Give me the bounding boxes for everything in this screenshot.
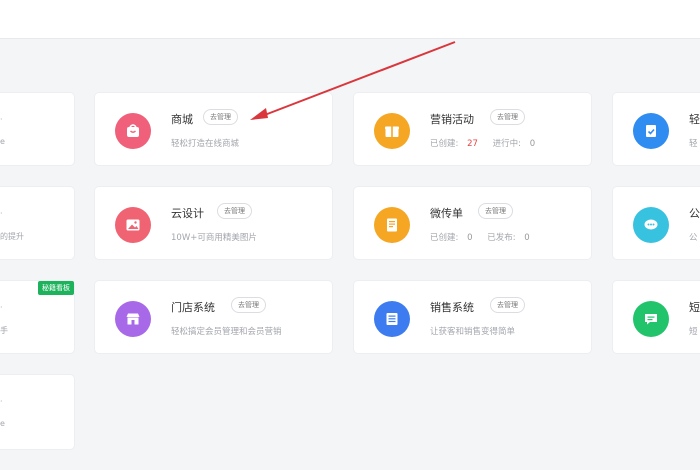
app-card-flyer[interactable]: 微传单 去管理 已创建: 0 已发布: 0	[354, 187, 591, 259]
app-description: 让获客和销售变得简单	[430, 327, 516, 337]
top-bar	[0, 0, 700, 39]
manage-button[interactable]: 去管理	[217, 203, 252, 219]
created-count: 27	[467, 139, 478, 149]
partial-card-left-3[interactable]: 秘籍看板 · 手	[0, 281, 74, 353]
app-description: 公	[689, 233, 698, 243]
storefront-icon	[115, 301, 151, 337]
manage-button[interactable]: 去管理	[203, 109, 238, 125]
partial-manage-fragment: ·	[0, 397, 3, 406]
app-card-cloud-design[interactable]: 云设计 去管理 10W+可商用精美图片	[95, 187, 332, 259]
gift-icon	[374, 113, 410, 149]
app-title: 营销活动	[430, 113, 474, 126]
chat-bubble-icon	[633, 207, 669, 243]
app-title: 短	[689, 301, 700, 314]
app-description: 轻松打造在线商城	[171, 139, 240, 149]
partial-manage-fragment: ·	[0, 115, 3, 124]
app-title: 门店系统	[171, 301, 215, 314]
partial-card-left-2[interactable]: · 的提升	[0, 187, 74, 259]
app-stats: 已创建: 0 已发布: 0	[430, 231, 530, 243]
manage-button[interactable]: 去管理	[490, 109, 525, 125]
app-description: 轻	[689, 139, 698, 149]
list-icon	[374, 301, 410, 337]
partial-desc-fragment: 的提升	[0, 232, 24, 241]
app-card-sales-system[interactable]: 销售系统 去管理 让获客和销售变得简单	[354, 281, 591, 353]
app-stats: 已创建: 27 进行中: 0	[430, 137, 535, 149]
partial-desc-fragment: e	[0, 419, 5, 428]
app-title: 商城	[171, 113, 193, 126]
app-card-store-system[interactable]: 门店系统 去管理 轻松搞定会员管理和会员营销	[95, 281, 332, 353]
app-title: 云设计	[171, 207, 204, 220]
partial-desc-fragment: 手	[0, 326, 8, 335]
app-card-marketing[interactable]: 营销活动 去管理 已创建: 27 进行中: 0	[354, 93, 591, 165]
partial-desc-fragment: e	[0, 137, 5, 146]
ongoing-label: 进行中:	[492, 139, 521, 149]
created-label: 已创建:	[430, 139, 459, 149]
app-description: 轻松搞定会员管理和会员营销	[171, 327, 282, 337]
app-title: 轻	[689, 113, 700, 126]
published-label: 已发布:	[487, 233, 516, 243]
partial-card-left-4[interactable]: · e	[0, 375, 74, 449]
created-count: 0	[467, 233, 473, 243]
ongoing-count: 0	[529, 139, 536, 149]
app-title: 销售系统	[430, 301, 474, 314]
app-card-mall[interactable]: 商城 去管理 轻松打造在线商城	[95, 93, 332, 165]
message-icon	[633, 301, 669, 337]
app-title: 公	[689, 207, 700, 220]
partial-card-right-1[interactable]: 轻 轻	[613, 93, 700, 165]
tips-badge[interactable]: 秘籍看板	[38, 281, 74, 295]
created-label: 已创建:	[430, 233, 459, 243]
shop-bag-icon	[115, 113, 151, 149]
partial-manage-fragment: ·	[0, 303, 3, 312]
partial-card-right-2[interactable]: 公 公	[613, 187, 700, 259]
published-count: 0	[524, 233, 530, 243]
partial-card-left-1[interactable]: · e	[0, 93, 74, 165]
app-description: 10W+可商用精美图片	[171, 233, 257, 243]
document-icon	[374, 207, 410, 243]
partial-card-right-3[interactable]: 短 短	[613, 281, 700, 353]
manage-button[interactable]: 去管理	[231, 297, 266, 313]
app-title: 微传单	[430, 207, 463, 220]
manage-button[interactable]: 去管理	[478, 203, 513, 219]
badge-check-icon	[633, 113, 669, 149]
image-icon	[115, 207, 151, 243]
partial-manage-fragment: ·	[0, 209, 3, 218]
manage-button[interactable]: 去管理	[490, 297, 525, 313]
app-description: 短	[689, 327, 698, 337]
